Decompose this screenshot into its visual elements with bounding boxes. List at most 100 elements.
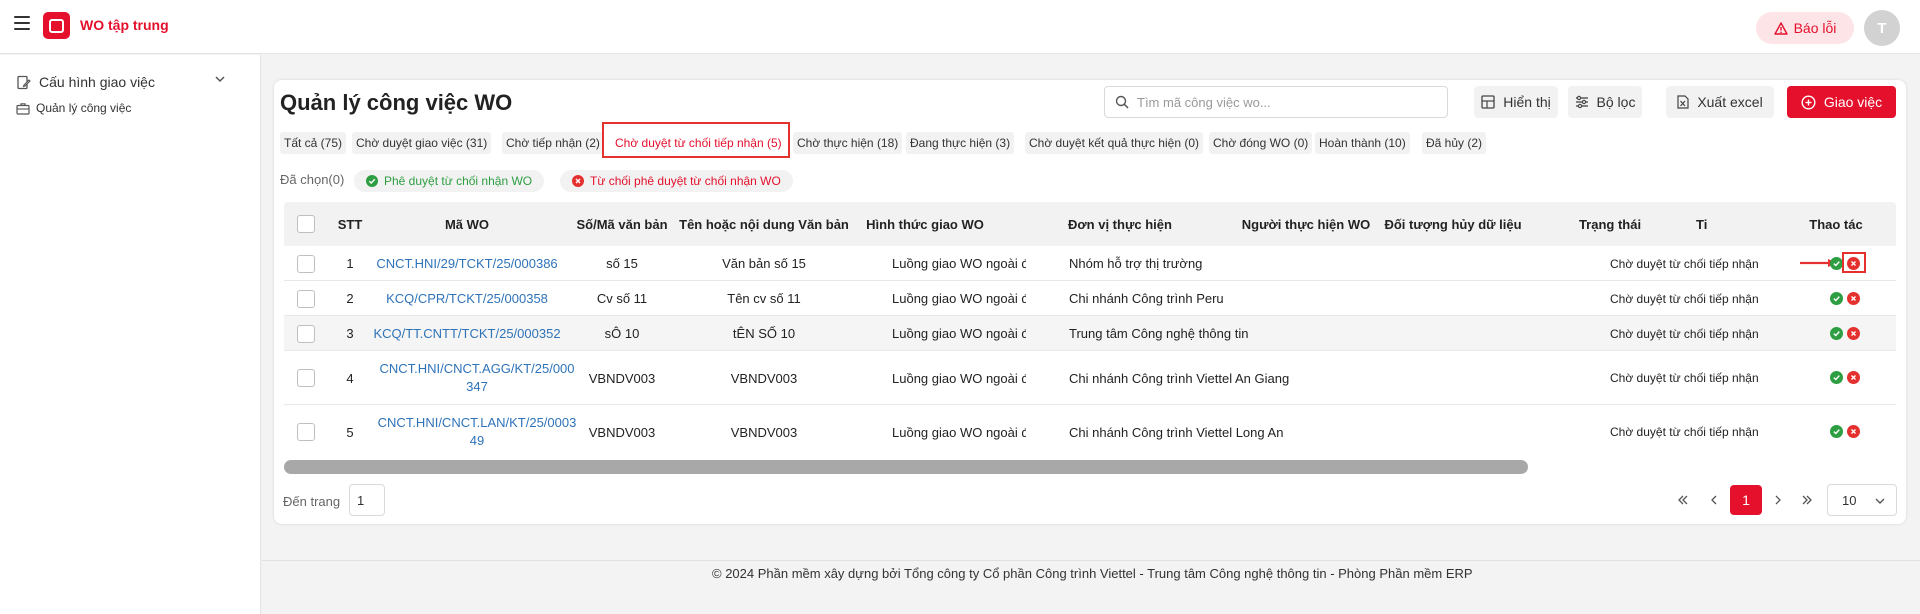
row-assign-form: Luồng giao WO ngoài đơn vị (892, 370, 1026, 386)
search-icon (1115, 95, 1129, 109)
deny-reject-receipt-label: Từ chối phê duyệt từ chối nhận WO (590, 174, 781, 188)
search-box[interactable] (1104, 86, 1448, 118)
approve-reject-receipt-button[interactable]: Phê duyệt từ chối nhận WO (354, 170, 545, 192)
sliders-icon (1575, 95, 1588, 109)
column-header[interactable]: Trạng thái (1530, 202, 1690, 246)
excel-file-icon (1677, 95, 1689, 109)
tab-cancelled[interactable]: Đã hủy (2) (1422, 132, 1487, 154)
tab-pending-execution[interactable]: Chờ thực hiện (18) (793, 132, 903, 154)
app-title[interactable]: WO tập trung (80, 17, 169, 33)
row-doc-name: tÊN SỐ 10 (732, 326, 796, 341)
column-header[interactable]: STT (328, 202, 372, 246)
page-size-value: 10 (1842, 492, 1857, 508)
tab-pending-receive[interactable]: Chờ tiếp nhận (2) (502, 132, 604, 154)
select-all-checkbox[interactable] (297, 215, 315, 233)
column-header[interactable]: Số/Mã văn bản (562, 202, 682, 246)
column-header[interactable]: Hình thức giao WO (846, 202, 1004, 246)
row-status: Chờ duyệt từ chối tiếp nhận (1610, 371, 1759, 385)
menu-toggle-icon[interactable] (14, 16, 30, 30)
row-checkbox[interactable] (297, 289, 315, 308)
filter-label: Bộ lọc (1596, 94, 1636, 110)
row-checkbox-cell (284, 405, 328, 456)
column-header[interactable]: Đơn vị thực hiện (1004, 202, 1236, 246)
row-checkbox[interactable] (297, 254, 315, 273)
horizontal-scrollbar[interactable] (284, 460, 1528, 474)
goto-page-label: Đến trang (283, 494, 341, 509)
tab-all[interactable]: Tất cả (75) (280, 132, 347, 154)
sidebar-group-label: Cấu hình giao việc (39, 74, 155, 90)
user-avatar[interactable]: T (1864, 10, 1900, 46)
column-header[interactable]: Người thực hiện WO (1236, 202, 1376, 246)
approve-action-icon[interactable] (1830, 327, 1843, 340)
sidebar-group-task-config[interactable]: Cấu hình giao việc (16, 71, 226, 93)
assign-task-label: Giao việc (1823, 94, 1883, 110)
report-error-label: Báo lỗi (1793, 20, 1837, 36)
reject-action-icon[interactable] (1847, 327, 1860, 340)
row-unit: Chi nhánh Công trình Viettel Long An (1069, 424, 1284, 440)
column-header[interactable]: Đối tượng hủy dữ liệu (1376, 202, 1530, 246)
table-row[interactable]: 5 CNCT.HNI/CNCT.LAN/KT/25/000349 VBNDV00… (284, 405, 1896, 456)
sidebar: Cấu hình giao việc Quản lý công việc (0, 55, 261, 614)
row-stt: 2 (346, 291, 354, 306)
approve-action-icon[interactable] (1830, 371, 1843, 384)
table-row[interactable]: 4 CNCT.HNI/CNCT.AGG/KT/25/000347 VBNDV00… (284, 351, 1896, 405)
tab-in-progress[interactable]: Đang thực hiện (3) (906, 132, 1015, 154)
row-wo-code-link[interactable]: CNCT.HNI/29/TCKT/25/000386 (372, 246, 562, 281)
row-unit: Chi nhánh Công trình Peru (1069, 291, 1224, 306)
row-assign-form: Luồng giao WO ngoài đơn vị (892, 291, 1026, 306)
tab-completed[interactable]: Hoàn thành (10) (1315, 132, 1410, 154)
column-header[interactable]: Ti (1696, 202, 1736, 246)
goto-page-input[interactable] (349, 484, 385, 516)
row-wo-code-link[interactable]: KCQ/CPR/TCKT/25/000358 (372, 281, 562, 316)
approve-action-icon[interactable] (1830, 425, 1843, 438)
next-page-icon[interactable] (1768, 485, 1788, 515)
first-page-icon[interactable] (1672, 485, 1694, 515)
table-header: STT Mã WO Số/Mã văn bản Tên hoặc nội dun… (284, 202, 1896, 246)
main-card: Quản lý công việc WO Hiển thị Bộ lọc Xuấ… (274, 80, 1906, 524)
approve-action-icon[interactable] (1830, 292, 1843, 305)
table-row[interactable]: 3 KCQ/TT.CNTT/TCKT/25/000352 sÔ 10 tÊN S… (284, 316, 1896, 351)
row-unit: Nhóm hỗ trợ thị trường (1069, 256, 1203, 271)
column-header[interactable]: Tên hoặc nội dung Văn bản (679, 202, 849, 246)
page-size-select[interactable]: 10 (1827, 484, 1897, 516)
active-tab-highlight (602, 122, 790, 158)
top-bar: WO tập trung Báo lỗi T (0, 0, 1920, 54)
page-number-current[interactable]: 1 (1730, 485, 1762, 515)
app-logo[interactable] (43, 12, 70, 39)
reject-action-icon[interactable] (1847, 371, 1860, 384)
deny-reject-receipt-button[interactable]: Từ chối phê duyệt từ chối nhận WO (560, 170, 793, 192)
row-unit: Chi nhánh Công trình Viettel An Giang (1069, 370, 1290, 386)
display-label: Hiển thị (1503, 94, 1551, 110)
row-wo-code-link[interactable]: CNCT.HNI/CNCT.LAN/KT/25/000349 (377, 405, 577, 456)
row-wo-code-link[interactable]: CNCT.HNI/CNCT.AGG/KT/25/000347 (377, 351, 577, 405)
row-wo-code-link[interactable]: KCQ/TT.CNTT/TCKT/25/000352 (372, 316, 562, 351)
row-checkbox-cell (284, 246, 328, 281)
reject-action-icon[interactable] (1847, 292, 1860, 305)
row-assign-form: Luồng giao WO ngoài đơn vị (892, 256, 1026, 271)
check-circle-icon (366, 175, 378, 187)
display-button[interactable]: Hiển thị (1474, 86, 1558, 118)
assign-task-button[interactable]: Giao việc (1787, 86, 1896, 118)
export-excel-label: Xuất excel (1697, 94, 1763, 110)
report-error-button[interactable]: Báo lỗi (1756, 12, 1854, 44)
table-row[interactable]: 2 KCQ/CPR/TCKT/25/000358 Cv số 11 Tên cv… (284, 281, 1896, 316)
grid-icon (1481, 95, 1495, 109)
tab-pending-assign-approval[interactable]: Chờ duyệt giao việc (31) (352, 132, 492, 154)
filter-button[interactable]: Bộ lọc (1568, 86, 1642, 118)
row-checkbox[interactable] (297, 423, 315, 441)
search-input[interactable] (1137, 94, 1427, 110)
prev-page-icon[interactable] (1704, 485, 1724, 515)
row-checkbox[interactable] (297, 369, 315, 387)
row-checkbox-cell (284, 351, 328, 405)
table-row[interactable]: 1 CNCT.HNI/29/TCKT/25/000386 số 15 Văn b… (284, 246, 1896, 281)
row-doc-number: VBNDV003 (588, 370, 656, 386)
row-checkbox[interactable] (297, 324, 315, 343)
reject-action-icon[interactable] (1847, 425, 1860, 438)
tab-pending-result-approval[interactable]: Chờ duyệt kết quả thực hiện (0) (1025, 132, 1203, 154)
column-header[interactable]: Mã WO (372, 202, 562, 246)
export-excel-button[interactable]: Xuất excel (1666, 86, 1774, 118)
tab-pending-close[interactable]: Chờ đóng WO (0) (1209, 132, 1313, 154)
sidebar-item-task-management[interactable]: Quản lý công việc (16, 101, 131, 115)
last-page-icon[interactable] (1796, 485, 1818, 515)
column-header[interactable]: Thao tác (1796, 202, 1876, 246)
